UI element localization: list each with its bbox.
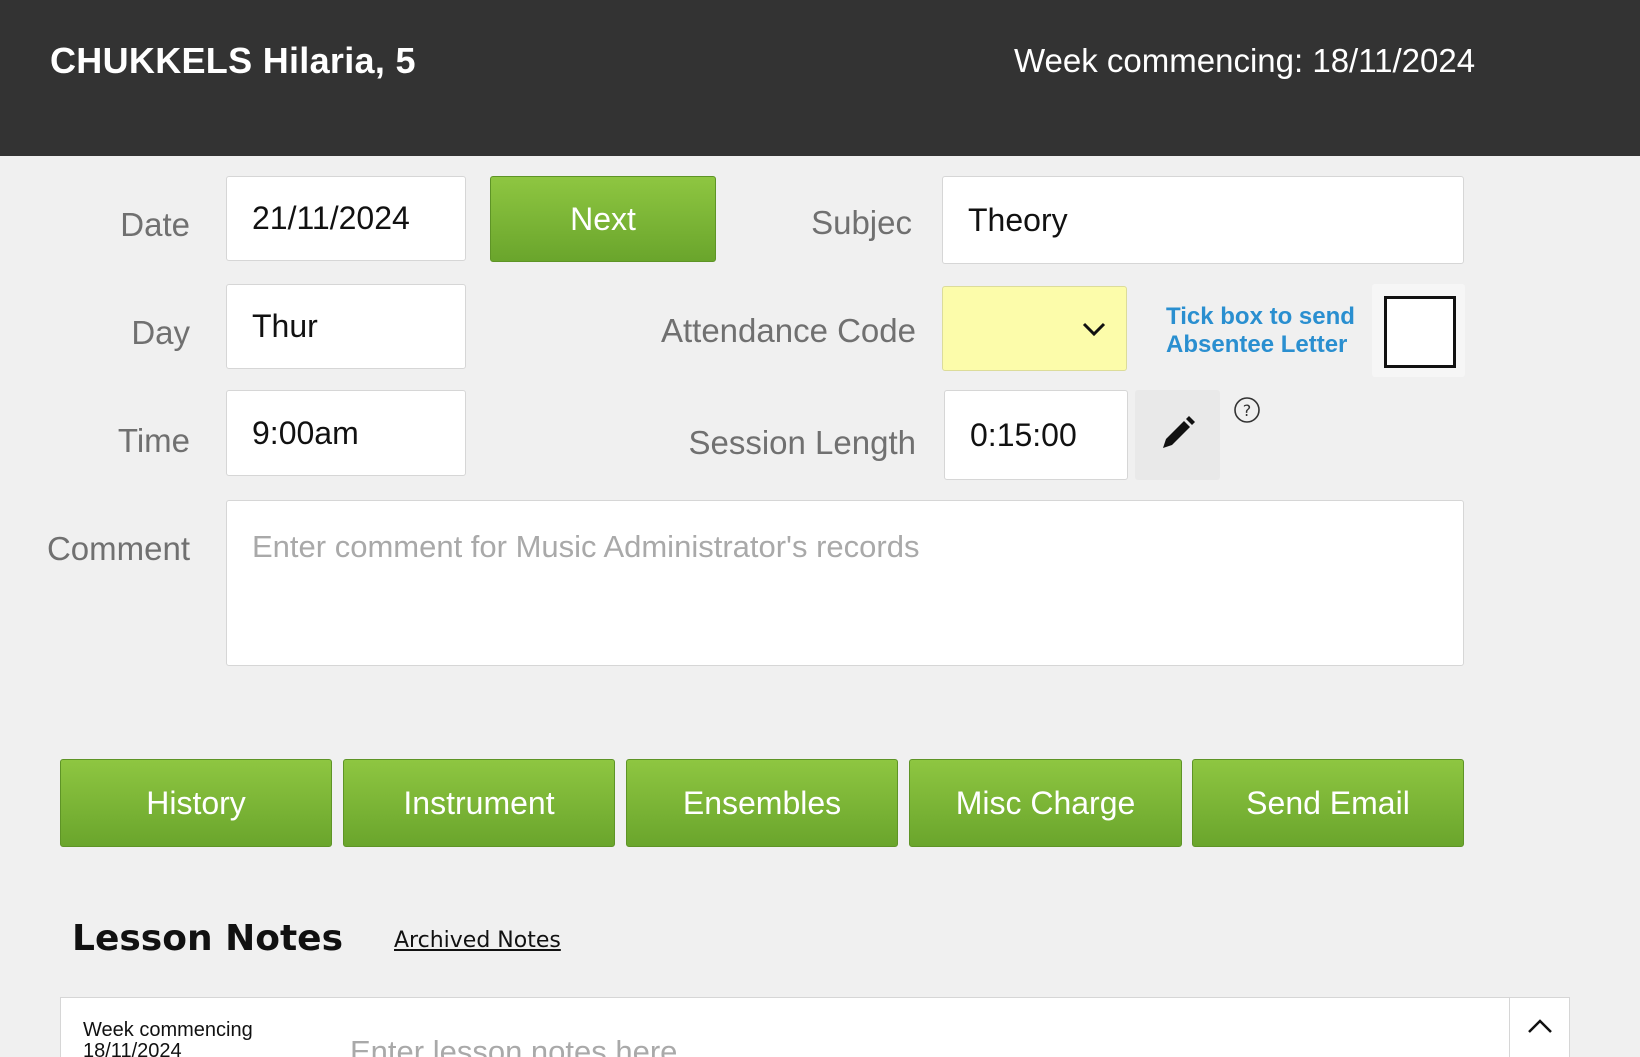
ensembles-button[interactable]: Ensembles <box>626 759 898 847</box>
history-button[interactable]: History <box>60 759 332 847</box>
session-length-edit-button[interactable] <box>1135 390 1220 480</box>
day-label: Day <box>131 314 190 351</box>
absentee-letter-checkbox[interactable] <box>1384 296 1456 368</box>
lesson-notes-panel: Week commencing 18/11/2024 Enter lesson … <box>60 997 1570 1057</box>
next-button[interactable]: Next <box>490 176 716 262</box>
absentee-letter-line-2: Absentee Letter <box>1166 331 1348 358</box>
lesson-notes-title: Lesson Notes <box>72 918 344 959</box>
week-commencing: Week commencing: 18/11/2024 <box>1014 42 1476 79</box>
student-name: CHUKKELS Hilaria, 5 <box>50 40 416 81</box>
question-circle-icon[interactable]: ? <box>1233 396 1261 429</box>
absentee-letter-checkbox-wrap <box>1372 284 1465 377</box>
day-field[interactable]: Thur <box>226 284 466 369</box>
instrument-button[interactable]: Instrument <box>343 759 615 847</box>
notes-week-date: 18/11/2024 <box>83 1040 182 1057</box>
chevron-up-icon <box>1526 1013 1554 1046</box>
archived-notes-link[interactable]: Archived Notes <box>394 928 561 953</box>
lesson-register-page: CHUKKELS Hilaria, 5 Week commencing: 18/… <box>0 0 1640 1057</box>
absentee-letter-line-1: Tick box to send <box>1166 303 1355 330</box>
session-length-field[interactable]: 0:15:00 <box>944 390 1128 480</box>
svg-text:?: ? <box>1243 401 1252 420</box>
comment-label: Comment <box>46 530 190 567</box>
time-label: Time <box>117 422 190 459</box>
absentee-letter-text: Tick box to send Absentee Letter <box>1166 303 1355 359</box>
session-length-label: Session Length <box>688 424 916 461</box>
subject-field[interactable]: Theory <box>942 176 1464 264</box>
attendance-code-label: Attendance Code <box>660 312 916 349</box>
time-field[interactable]: 9:00am <box>226 390 466 476</box>
subject-label: Subjec <box>811 204 912 241</box>
notes-collapse-button[interactable] <box>1509 998 1569 1057</box>
date-field[interactable]: 21/11/2024 <box>226 176 466 261</box>
comment-textarea[interactable]: Enter comment for Music Administrator's … <box>226 500 1464 666</box>
header-bar: CHUKKELS Hilaria, 5 Week commencing: 18/… <box>0 0 1640 156</box>
misc-charge-button[interactable]: Misc Charge <box>909 759 1182 847</box>
lesson-notes-input[interactable]: Enter lesson notes here <box>350 1034 677 1057</box>
send-email-button[interactable]: Send Email <box>1192 759 1464 847</box>
chevron-down-icon <box>1080 315 1108 348</box>
notes-week-commencing: Week commencing 18/11/2024 <box>83 1020 283 1057</box>
date-label: Date <box>120 206 190 243</box>
comment-placeholder: Enter comment for Music Administrator's … <box>252 529 920 564</box>
attendance-code-select[interactable] <box>942 286 1127 371</box>
pencil-icon <box>1160 415 1196 456</box>
notes-week-label: Week commencing <box>83 1019 253 1041</box>
